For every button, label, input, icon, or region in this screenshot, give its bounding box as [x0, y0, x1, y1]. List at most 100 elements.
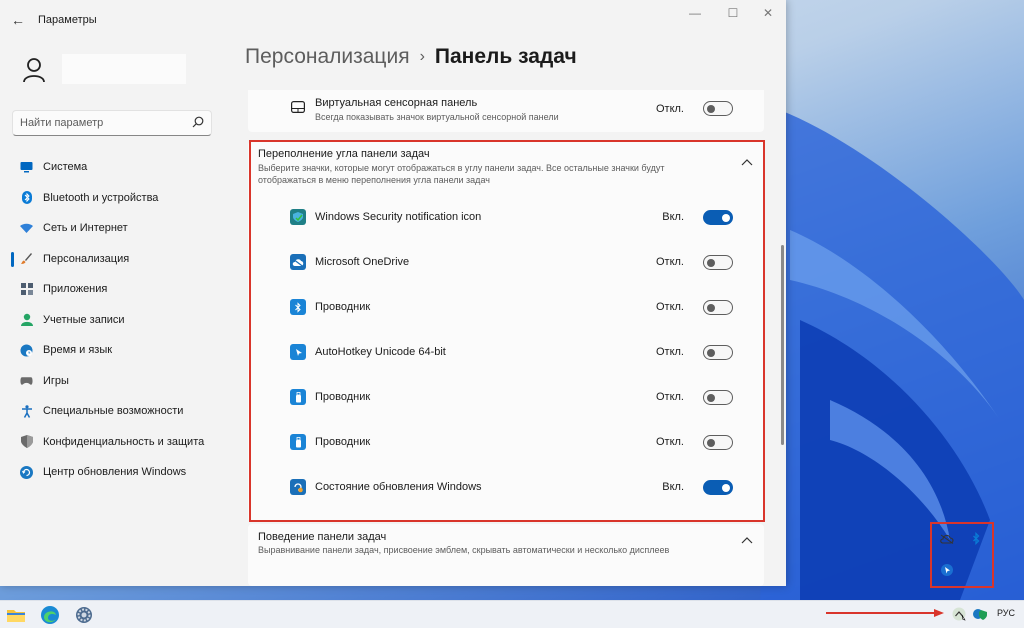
onedrive-tray-icon[interactable] [940, 534, 954, 548]
touchpad-toggle[interactable] [703, 101, 733, 116]
usb-icon [290, 434, 306, 450]
overflow-item-state: Вкл. [662, 211, 684, 223]
gamepad-icon [20, 374, 33, 387]
sidebar-nav: Система Bluetooth и устройства Сеть и Ин… [10, 152, 220, 488]
overflow-item-toggle[interactable] [703, 480, 733, 495]
sidebar-item-accessibility[interactable]: Специальные возможности [10, 396, 220, 427]
scrollbar[interactable] [781, 245, 784, 445]
overflow-item-state: Вкл. [662, 481, 684, 493]
usb-icon [290, 389, 306, 405]
overflow-item-label: Проводник [315, 301, 371, 313]
touchpad-state-label: Откл. [655, 103, 684, 115]
profile-name [62, 54, 186, 84]
sidebar-item-gaming[interactable]: Игры [10, 366, 220, 397]
overflow-card: Переполнение угла панели задач Выберите … [248, 141, 764, 522]
touchpad-subtitle: Всегда показывать значок виртуальной сен… [315, 112, 559, 122]
pointer-arrow [826, 609, 944, 617]
sidebar-item-label: Учетные записи [43, 313, 125, 326]
monitor-icon [20, 161, 33, 174]
accessibility-icon [20, 404, 33, 418]
overflow-row-explorer-bluetooth: Проводник Откл. [248, 285, 764, 330]
overflow-header[interactable]: Переполнение угла панели задач Выберите … [248, 141, 764, 191]
wifi-icon [20, 222, 33, 235]
behavior-card[interactable]: Поведение панели задач Выравнивание пане… [248, 524, 764, 586]
overflow-item-label: Windows Security notification icon [315, 211, 482, 223]
cursor-icon [290, 344, 306, 360]
sidebar-item-label: Время и язык [43, 344, 113, 357]
settings-window: ← Параметры — ☐ ✕ Найти параметр Система… [0, 0, 786, 586]
shield-icon [20, 435, 33, 449]
overflow-subtitle-line2: отображаться в меню переполнения угла па… [258, 175, 490, 185]
edge-icon[interactable] [40, 605, 60, 625]
sidebar-item-label: Конфиденциальность и защита [43, 435, 205, 448]
update-status-icon [290, 479, 306, 495]
sidebar-item-label: Персонализация [43, 252, 130, 265]
bluetooth-tray-icon[interactable] [972, 531, 986, 546]
overflow-row-update-status: Состояние обновления Windows Вкл. [248, 465, 764, 510]
sidebar-item-system[interactable]: Система [10, 152, 220, 183]
apps-icon [20, 283, 33, 296]
overflow-item-toggle[interactable] [703, 435, 733, 450]
minimize-button[interactable]: — [680, 4, 710, 22]
search-icon [192, 116, 204, 128]
sidebar-item-personalization[interactable]: Персонализация [10, 244, 220, 275]
highlight-box-tray-flyout [930, 522, 994, 588]
overflow-item-toggle[interactable] [703, 300, 733, 315]
overflow-title: Переполнение угла панели задач [258, 148, 430, 160]
brush-icon [20, 252, 33, 265]
overflow-row-onedrive: Microsoft OneDrive Откл. [248, 240, 764, 285]
bluetooth-icon [20, 191, 33, 205]
avatar[interactable] [14, 50, 54, 90]
overflow-row-explorer-usb-1: Проводник Откл. [248, 375, 764, 420]
language-indicator[interactable]: РУС [997, 608, 1015, 618]
breadcrumb-separator: › [419, 48, 425, 65]
sidebar-item-label: Bluetooth и устройства [43, 191, 159, 204]
update-icon [20, 465, 33, 479]
chevron-up-icon[interactable] [741, 535, 753, 544]
shield-check-icon [290, 209, 306, 225]
sidebar-item-windows-update[interactable]: Центр обновления Windows [10, 457, 220, 488]
title-bar: ← Параметры — ☐ ✕ [0, 0, 786, 40]
person-icon [20, 313, 33, 327]
overflow-subtitle-line1: Выберите значки, которые могут отображат… [258, 163, 665, 173]
chevron-up-tray-icon[interactable] [952, 607, 966, 621]
search-placeholder: Найти параметр [20, 117, 104, 129]
sidebar-item-bluetooth[interactable]: Bluetooth и устройства [10, 183, 220, 214]
file-explorer-icon[interactable] [6, 605, 26, 625]
sidebar-item-time-language[interactable]: Время и язык [10, 335, 220, 366]
overflow-item-state: Откл. [655, 346, 684, 358]
search-input[interactable]: Найти параметр [12, 110, 212, 136]
settings-gear-icon[interactable] [74, 605, 94, 625]
overflow-item-toggle[interactable] [703, 390, 733, 405]
sidebar-item-accounts[interactable]: Учетные записи [10, 305, 220, 336]
bluetooth-icon [290, 299, 306, 315]
window-title: Параметры [38, 14, 97, 26]
sidebar-item-label: Специальные возможности [43, 405, 184, 418]
overflow-row-explorer-usb-2: Проводник Откл. [248, 420, 764, 465]
overflow-item-toggle[interactable] [703, 255, 733, 270]
chevron-up-icon[interactable] [741, 157, 753, 166]
sidebar-item-label: Центр обновления Windows [43, 466, 187, 479]
behavior-title: Поведение панели задач [258, 531, 387, 543]
overflow-item-toggle[interactable] [703, 210, 733, 225]
overflow-item-toggle[interactable] [703, 345, 733, 360]
overflow-item-label: Проводник [315, 391, 371, 403]
overflow-item-state: Откл. [655, 391, 684, 403]
close-button[interactable]: ✕ [753, 4, 783, 22]
breadcrumb-parent[interactable]: Персонализация [245, 45, 410, 68]
windows-security-tray-icon[interactable] [972, 606, 988, 622]
sidebar-item-network[interactable]: Сеть и Интернет [10, 213, 220, 244]
autohotkey-tray-icon[interactable] [940, 563, 954, 577]
back-arrow-icon[interactable]: ← [10, 12, 26, 28]
overflow-item-state: Откл. [655, 301, 684, 313]
touchpad-title: Виртуальная сенсорная панель [315, 97, 478, 109]
breadcrumb: Персонализация › Панель задач [245, 45, 577, 69]
overflow-item-label: AutoHotkey Unicode 64-bit [315, 346, 446, 358]
sidebar-item-label: Система [43, 161, 88, 174]
overflow-item-label: Microsoft OneDrive [315, 256, 410, 268]
globe-icon [20, 344, 33, 357]
sidebar-item-privacy[interactable]: Конфиденциальность и защита [10, 427, 220, 458]
maximize-button[interactable]: ☐ [718, 4, 748, 22]
sidebar-item-apps[interactable]: Приложения [10, 274, 220, 305]
sidebar-item-label: Игры [43, 374, 69, 387]
